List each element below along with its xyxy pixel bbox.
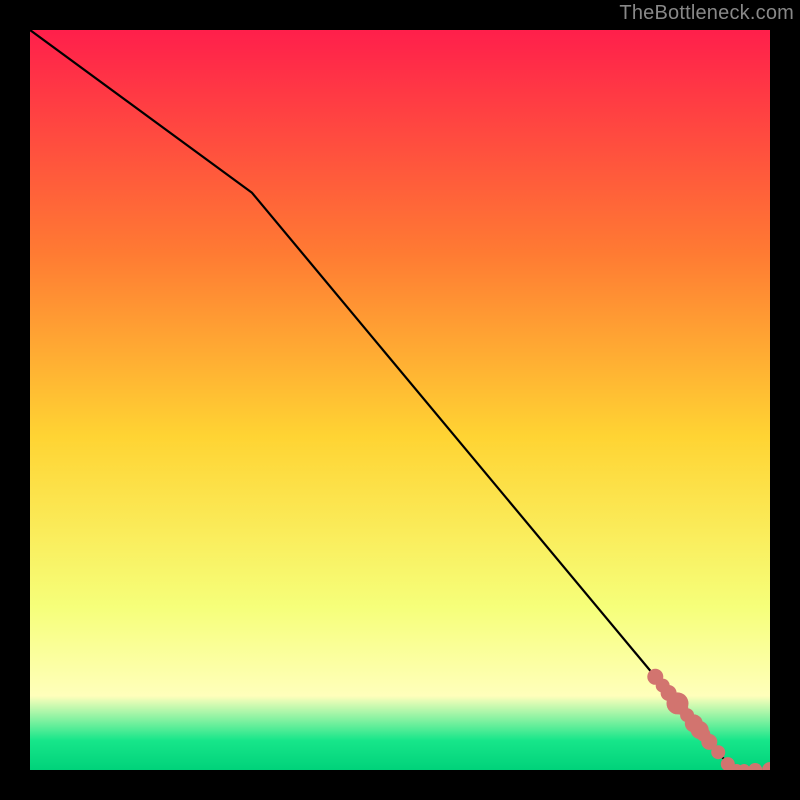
data-point <box>711 745 725 759</box>
watermark-text: TheBottleneck.com <box>619 2 794 25</box>
chart-stage: TheBottleneck.com <box>0 0 800 800</box>
plot-frame <box>30 30 770 770</box>
plot-inner <box>30 30 770 770</box>
chart-svg <box>30 30 770 770</box>
gradient-background <box>30 30 770 770</box>
